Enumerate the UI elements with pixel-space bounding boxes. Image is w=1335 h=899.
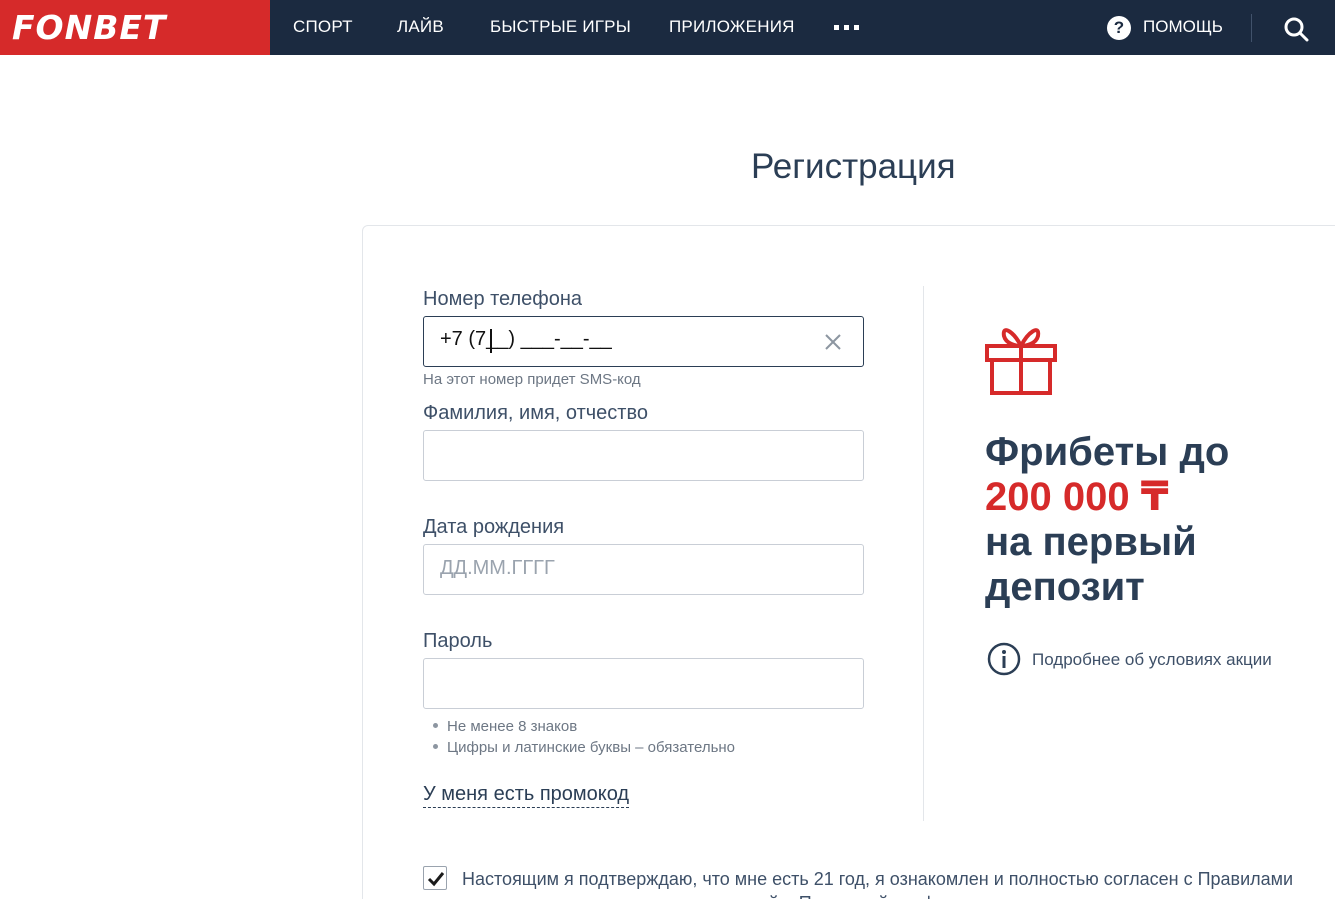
checkmark-icon xyxy=(427,872,445,887)
password-rule: Цифры и латинские буквы – обязательно xyxy=(433,737,735,758)
clear-icon[interactable] xyxy=(822,331,844,353)
password-rule: Не менее 8 знаков xyxy=(433,716,735,737)
promo-line: депозит xyxy=(985,565,1145,609)
birthdate-placeholder: ДД.ММ.ГГГГ xyxy=(440,557,555,579)
column-divider xyxy=(923,286,924,821)
logo-text: FONBET xyxy=(12,8,167,47)
promo-headline: Фрибеты до 200 000 ₸ на первый депозит xyxy=(985,430,1315,610)
text-caret xyxy=(490,329,492,353)
fullname-input[interactable] xyxy=(423,430,864,481)
promo-code-link[interactable]: У меня есть промокод xyxy=(423,783,630,808)
phone-hint: На этот номер придет SMS-код xyxy=(423,371,641,388)
nav-item-live[interactable]: ЛАЙВ xyxy=(397,17,444,37)
birthdate-label: Дата рождения xyxy=(423,516,565,538)
gift-icon xyxy=(985,328,1057,395)
nav-item-sport[interactable]: СПОРТ xyxy=(293,17,353,37)
more-dots-icon[interactable] xyxy=(834,25,859,30)
top-navigation-bar: FONBET СПОРТ ЛАЙВ БЫСТРЫЕ ИГРЫ ПРИЛОЖЕНИ… xyxy=(0,0,1335,55)
fullname-label: Фамилия, имя, отчество xyxy=(423,402,648,424)
info-icon[interactable] xyxy=(987,642,1021,676)
nav-item-apps[interactable]: ПРИЛОЖЕНИЯ xyxy=(669,17,795,37)
logo[interactable]: FONBET xyxy=(0,0,270,55)
header-divider xyxy=(1251,14,1252,42)
nav-item-fast-games[interactable]: БЫСТРЫЕ ИГРЫ xyxy=(490,17,631,37)
phone-input-value: +7 (7__) ___-__-__ xyxy=(440,328,612,350)
password-input[interactable] xyxy=(423,658,864,709)
phone-label: Номер телефона xyxy=(423,288,583,310)
password-label: Пароль xyxy=(423,630,493,652)
help-icon[interactable]: ? xyxy=(1107,16,1131,40)
promo-line: Фрибеты до xyxy=(985,430,1230,474)
search-icon[interactable] xyxy=(1283,16,1309,42)
page-title: Регистрация xyxy=(751,147,956,186)
consent-checkbox[interactable] xyxy=(423,866,447,890)
consent-text: Настоящим я подтверждаю, что мне есть 21… xyxy=(462,869,1294,899)
help-link[interactable]: ПОМОЩЬ xyxy=(1143,17,1223,37)
promo-terms-link[interactable]: Подробнее об условиях акции xyxy=(1032,650,1272,670)
promo-amount: 200 000 ₸ xyxy=(985,475,1169,519)
promo-line: на первый xyxy=(985,520,1197,564)
password-rules: Не менее 8 знаков Цифры и латинские букв… xyxy=(433,716,735,758)
